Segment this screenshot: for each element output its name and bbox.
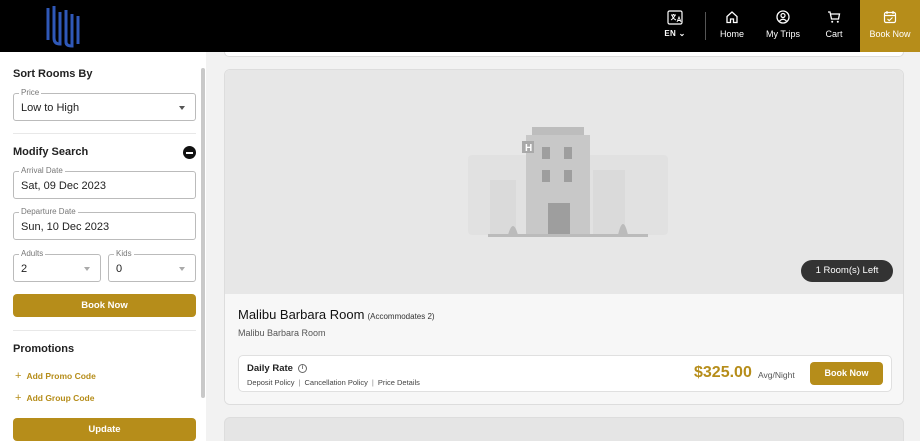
room-details: Malibu Barbara Room (Accommodates 2) Mali… [225,294,903,404]
sort-select-label: Price [19,88,42,98]
adults-label: Adults [19,249,46,259]
update-button[interactable]: Update [13,418,196,441]
rate-name: Daily Rate [247,363,293,374]
nav-cart-label: Cart [825,29,843,39]
room-title[interactable]: Malibu Barbara Room (Accommodates 2) [238,307,435,322]
room-name: Malibu Barbara Room [238,307,365,322]
arrival-date-label: Arrival Date [19,166,65,176]
add-group-code-label: Add Group Code [26,393,95,403]
header-divider [705,12,706,40]
hotel-logo[interactable] [44,4,84,48]
svg-text:H: H [525,143,532,154]
next-room-card [224,417,904,441]
previous-room-card [224,52,904,57]
home-icon [726,11,738,24]
nav-my-trips[interactable]: My Trips [763,10,803,39]
rate-per-night: Avg/Night [758,370,795,380]
room-card: H 1 Room(s) Left Malibu Barbara Room (Acc… [224,69,904,405]
cancellation-policy-link[interactable]: Cancellation Policy [304,378,367,387]
rate-price: $325.00 [694,364,752,381]
hotel-placeholder-icon: H [468,127,668,237]
kids-select[interactable]: Kids 0 [108,249,196,282]
adults-select[interactable]: Adults 2 [13,249,101,282]
modify-search-title: Modify Search [13,146,89,158]
rooms-left-badge: 1 Room(s) Left [801,260,893,282]
departure-date-field[interactable]: Departure Date Sun, 10 Dec 2023 [13,207,196,240]
kids-label: Kids [114,249,134,259]
nav-home[interactable]: Home [714,10,750,39]
section-divider [13,133,196,134]
deposit-policy-link[interactable]: Deposit Policy [247,378,295,387]
header-book-now-button[interactable]: Book Now [860,0,920,52]
collapse-minus-icon[interactable] [183,146,196,159]
promotions-title: Promotions [13,343,75,355]
nav-home-label: Home [719,29,744,39]
sidebar-book-now-button[interactable]: Book Now [13,294,196,317]
kids-value: 0 [116,263,123,275]
rate-policy-links: Deposit Policy | Cancellation Policy | Price… [247,378,420,387]
search-sidebar: Sort Rooms By Price Low to High Modify S… [0,52,206,441]
room-accommodates: (Accommodates 2) [367,312,435,321]
caret-down-icon [179,106,185,110]
sort-select[interactable]: Price Low to High [13,88,196,121]
add-group-code-link[interactable]: + Add Group Code [15,392,94,404]
top-navigation-bar: EN ⌄ Home My Trips Cart Book Now [0,0,920,52]
language-code: EN [664,29,677,38]
rate-book-now-button[interactable]: Book Now [810,362,883,385]
arrival-date-field[interactable]: Arrival Date Sat, 09 Dec 2023 [13,166,196,199]
nav-cart[interactable]: Cart [820,10,848,39]
nav-my-trips-label: My Trips [765,29,800,39]
adults-value: 2 [21,263,28,275]
cart-icon [828,11,841,23]
language-selector[interactable]: EN ⌄ [660,10,690,42]
header-book-now-label: Book Now [869,29,911,39]
caret-down-icon [179,267,185,271]
add-promo-code-link[interactable]: + Add Promo Code [15,370,96,382]
plus-icon: + [15,392,22,404]
arrival-date-value: Sat, 09 Dec 2023 [21,180,107,192]
chevron-down-icon: ⌄ [678,29,686,38]
departure-date-label: Departure Date [19,207,78,217]
link-separator: | [371,378,374,387]
translate-icon [667,10,683,25]
room-subtitle: Malibu Barbara Room [238,328,326,338]
link-separator: | [298,378,301,387]
info-icon[interactable]: i [298,364,307,373]
user-circle-icon [776,10,790,24]
caret-down-icon [84,267,90,271]
price-details-link[interactable]: Price Details [378,378,420,387]
sidebar-scrollbar[interactable] [201,68,205,398]
departure-date-value: Sun, 10 Dec 2023 [21,221,110,233]
sort-rooms-title: Sort Rooms By [13,68,93,80]
plus-icon: + [15,370,22,382]
add-promo-code-label: Add Promo Code [26,371,96,381]
rate-option: Daily Rate i Deposit Policy | Cancellation… [238,355,892,392]
calendar-icon [883,11,897,24]
sort-select-value: Low to High [21,102,80,114]
section-divider [13,330,196,331]
room-image: H 1 Room(s) Left [225,70,903,294]
